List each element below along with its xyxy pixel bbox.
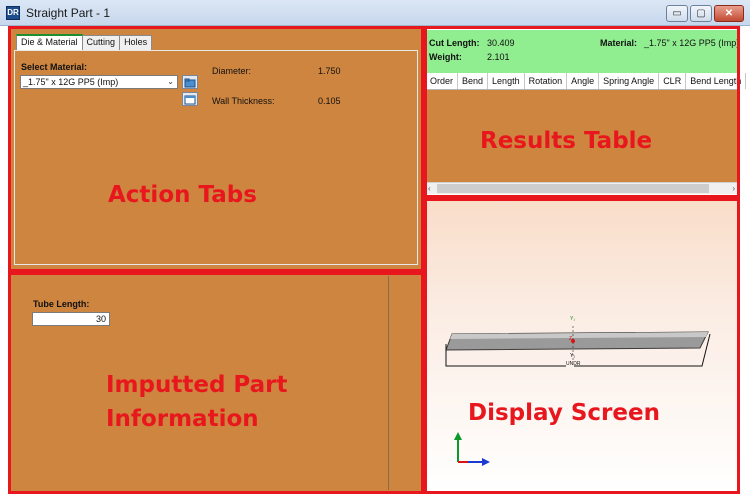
- title-bar: DR Straight Part - 1 ▭ ▢ ✕: [0, 0, 750, 26]
- close-button[interactable]: ✕: [714, 5, 744, 22]
- window-title: Straight Part - 1: [26, 6, 111, 20]
- display-frame: [424, 198, 740, 494]
- action-tabs-frame: [8, 26, 424, 272]
- part-info-frame: [8, 272, 424, 494]
- app-icon: DR: [6, 6, 20, 20]
- minimize-button[interactable]: ▭: [666, 5, 688, 22]
- results-frame: [424, 26, 740, 198]
- maximize-button[interactable]: ▢: [690, 5, 712, 22]
